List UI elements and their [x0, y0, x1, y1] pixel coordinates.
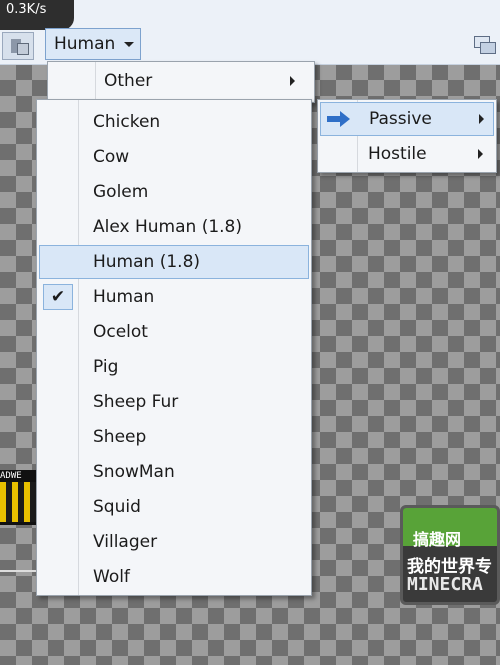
model-tool-icon[interactable]	[2, 32, 34, 60]
submenu-item-passive-label: Passive	[369, 109, 432, 129]
menu-item-label: Golem	[93, 182, 149, 202]
menu-item-label: Wolf	[93, 567, 130, 587]
background-line	[0, 570, 36, 572]
model-menu: Chicken Cow Golem Alex Human (1.8) Human…	[36, 99, 312, 596]
submenu-arrow-icon	[290, 76, 295, 86]
menu-item-human[interactable]: ✔ Human	[39, 280, 309, 314]
menu-item-label: Squid	[93, 497, 141, 517]
toolbar: 0.3K/s Human	[0, 0, 500, 65]
background-art-strip: ADWE	[0, 470, 36, 525]
logo-line-1: 搞趣网	[413, 530, 462, 549]
submenu-item-hostile[interactable]: Hostile	[320, 137, 494, 171]
category-menu: Other	[47, 61, 315, 103]
menu-item-wolf[interactable]: Wolf	[39, 560, 309, 594]
arrow-right-icon	[327, 111, 353, 127]
menu-item-cow[interactable]: Cow	[39, 140, 309, 174]
menu-item-label: Cow	[93, 147, 130, 167]
menu-item-label: Sheep Fur	[93, 392, 179, 412]
menu-item-label: Alex Human (1.8)	[93, 217, 242, 237]
submenu-arrow-icon	[479, 114, 484, 124]
checkmark-icon: ✔	[43, 284, 73, 310]
menu-item-label: Ocelot	[93, 322, 148, 342]
chevron-down-icon	[124, 42, 134, 47]
menu-item-alex-human[interactable]: Alex Human (1.8)	[39, 210, 309, 244]
menu-item-label: Chicken	[93, 112, 161, 132]
menu-item-other[interactable]: Other	[50, 64, 312, 98]
submenu-item-passive[interactable]: Passive	[320, 102, 494, 136]
menu-item-pig[interactable]: Pig	[39, 350, 309, 384]
menu-item-villager[interactable]: Villager	[39, 525, 309, 559]
menu-item-snowman[interactable]: SnowMan	[39, 455, 309, 489]
model-dropdown-label: Human	[54, 34, 116, 54]
menu-item-sheep-fur[interactable]: Sheep Fur	[39, 385, 309, 419]
logo-line-3: MINECRA	[407, 574, 483, 595]
art-strip-text: ADWE	[0, 471, 22, 481]
submenu-item-hostile-label: Hostile	[368, 144, 427, 164]
menu-item-squid[interactable]: Squid	[39, 490, 309, 524]
menu-item-label: SnowMan	[93, 462, 175, 482]
menu-item-label: Human	[93, 287, 155, 307]
windows-icon[interactable]	[470, 34, 496, 56]
menu-item-sheep[interactable]: Sheep	[39, 420, 309, 454]
menu-item-ocelot[interactable]: Ocelot	[39, 315, 309, 349]
menu-item-human-1-8[interactable]: Human (1.8)	[39, 245, 309, 279]
menu-item-label: Sheep	[93, 427, 147, 447]
menu-item-other-label: Other	[104, 71, 153, 91]
category-submenu: Passive Hostile	[317, 99, 497, 173]
minecraft-logo: 搞趣网 我的世界专 MINECRA	[400, 505, 500, 605]
menu-item-label: Villager	[93, 532, 158, 552]
menu-item-label: Pig	[93, 357, 119, 377]
model-dropdown[interactable]: Human	[45, 28, 141, 60]
menu-item-label: Human (1.8)	[93, 252, 201, 272]
network-speed-badge: 0.3K/s	[0, 0, 74, 30]
menu-item-chicken[interactable]: Chicken	[39, 105, 309, 139]
submenu-arrow-icon	[478, 149, 483, 159]
menu-item-golem[interactable]: Golem	[39, 175, 309, 209]
